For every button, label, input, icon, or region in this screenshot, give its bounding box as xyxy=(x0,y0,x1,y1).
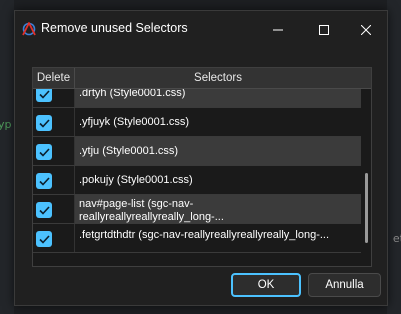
grid-rows: .drtyh (Style0001.css) .yfjuyk (Style000… xyxy=(33,89,361,266)
table-row[interactable]: .fetgrtdthdtr (sgc-nav-reallyreallyreall… xyxy=(33,224,361,253)
delete-cell xyxy=(33,137,75,165)
checkmark-icon xyxy=(38,89,50,99)
close-icon xyxy=(360,20,372,39)
ok-button[interactable]: OK xyxy=(231,273,301,297)
selector-text: .ytju (Style0001.css) xyxy=(79,145,179,157)
delete-cell xyxy=(33,166,75,194)
column-header-delete[interactable]: Delete xyxy=(33,68,75,89)
table-row[interactable]: .yfjuyk (Style0001.css) xyxy=(33,108,361,137)
selector-cell: .ytju (Style0001.css) xyxy=(75,137,361,165)
selector-text: .pokujy (Style0001.css) xyxy=(79,174,193,186)
selector-text: .fetgrtdthdtr (sgc-nav-reallyreallyreall… xyxy=(79,229,330,241)
selector-text-line-2: reallyreallyreallyreally_long-... xyxy=(79,211,224,223)
checkmark-icon xyxy=(38,205,50,215)
maximize-button[interactable] xyxy=(301,11,347,47)
delete-checkbox[interactable] xyxy=(36,202,52,218)
maximize-icon xyxy=(319,20,329,39)
minimize-button[interactable] xyxy=(255,11,301,47)
selector-text-line-1: nav#page-list (sgc-nav- xyxy=(79,198,194,210)
delete-cell xyxy=(33,89,75,107)
background-window-left: yp xyxy=(0,0,14,314)
scrollbar-thumb[interactable] xyxy=(365,173,368,243)
header-scroll-cap xyxy=(361,68,371,89)
delete-cell xyxy=(33,108,75,136)
selector-cell: .pokujy (Style0001.css) xyxy=(75,166,361,194)
checkmark-icon xyxy=(38,147,50,157)
selector-cell: .yfjuyk (Style0001.css) xyxy=(75,108,361,136)
close-button[interactable] xyxy=(343,11,389,47)
delete-checkbox[interactable] xyxy=(36,115,52,131)
title-bar[interactable]: Remove unused Selectors xyxy=(15,11,387,47)
selector-text: .yfjuyk (Style0001.css) xyxy=(79,116,190,128)
delete-cell xyxy=(33,224,75,252)
app-logo-icon xyxy=(21,21,37,37)
selector-cell: .drtyh (Style0001.css) xyxy=(75,89,361,107)
selectors-grid: Delete Selectors .drtyh (Style0001.css) xyxy=(32,67,372,267)
dialog-title: Remove unused Selectors xyxy=(41,21,188,35)
background-text-left: yp xyxy=(0,118,12,131)
checkmark-icon xyxy=(38,234,50,244)
checkmark-icon xyxy=(38,176,50,186)
delete-checkbox[interactable] xyxy=(36,89,52,102)
delete-checkbox[interactable] xyxy=(36,231,52,247)
vertical-scrollbar[interactable] xyxy=(361,89,371,266)
selector-cell: nav#page-list (sgc-nav- reallyreallyreal… xyxy=(75,195,361,223)
table-row[interactable]: .drtyh (Style0001.css) xyxy=(33,89,361,108)
delete-checkbox[interactable] xyxy=(36,173,52,189)
selector-cell: .fetgrtdthdtr (sgc-nav-reallyreallyreall… xyxy=(75,224,361,252)
background-text-right: et xyxy=(392,232,401,245)
cancel-button[interactable]: Annulla xyxy=(308,273,381,297)
background-window-right: et xyxy=(387,0,401,314)
remove-selectors-dialog: Remove unused Selectors Delete Selectors xyxy=(14,10,388,306)
delete-checkbox[interactable] xyxy=(36,144,52,160)
table-row[interactable]: nav#page-list (sgc-nav- reallyreallyreal… xyxy=(33,195,361,224)
table-row[interactable]: .pokujy (Style0001.css) xyxy=(33,166,361,195)
delete-cell xyxy=(33,195,75,223)
column-header-selectors[interactable]: Selectors xyxy=(75,68,361,89)
table-row[interactable]: .ytju (Style0001.css) xyxy=(33,137,361,166)
minimize-icon xyxy=(273,20,283,39)
checkmark-icon xyxy=(38,118,50,128)
selector-text: .drtyh (Style0001.css) xyxy=(79,89,186,99)
